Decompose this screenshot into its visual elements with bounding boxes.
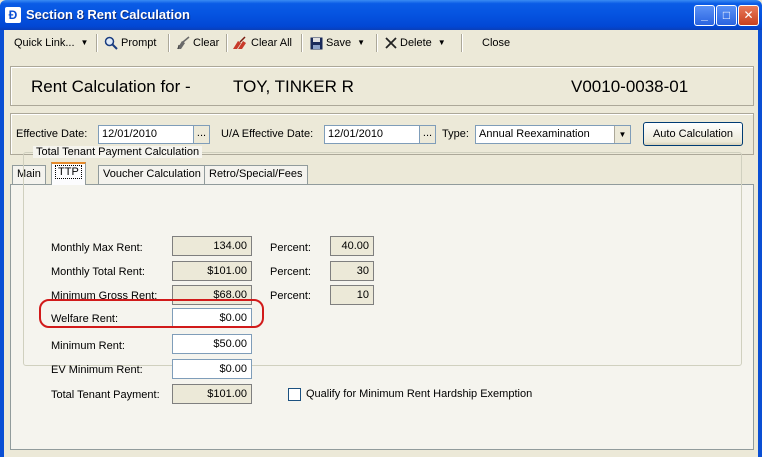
effective-date-picker-button[interactable]: ... [193,125,210,144]
save-button[interactable]: Save ▼ [310,34,365,52]
type-label: Type: [442,128,469,140]
effective-date-label: Effective Date: [16,128,88,140]
total-tenant-payment-value: $101.00 [172,384,252,404]
app-icon[interactable]: Ð [5,7,21,23]
title-bar: Ð Section 8 Rent Calculation _ □ ✕ [0,0,762,30]
delete-label: Delete [400,37,432,49]
percent-label-3: Percent: [270,290,311,302]
floppy-disk-icon [310,37,323,50]
clear-label: Clear [193,37,220,49]
monthly-max-rent-label: Monthly Max Rent: [51,242,143,254]
percent-label-2: Percent: [270,266,311,278]
ev-minimum-rent-label: EV Minimum Rent: [51,364,143,376]
broom-red-icon [233,36,246,50]
prompt-button[interactable]: Prompt [104,34,156,52]
toolbar-separator [226,34,228,52]
toolbar-separator [301,34,303,52]
save-label: Save [326,37,352,49]
type-select[interactable]: Annual Reexamination ▼ [475,125,631,144]
percent-value-2: 30 [330,261,374,281]
tenant-name: TOY, TINKER R [233,77,354,96]
quick-link-label: Quick Link... [14,37,75,49]
window-border-right [758,30,762,457]
minimum-rent-field[interactable]: $50.00 [172,334,252,354]
type-select-value: Annual Reexamination [479,128,590,140]
header-label: Rent Calculation for - [31,77,191,96]
maximize-button[interactable]: □ [716,5,737,26]
chevron-down-icon: ▼ [437,38,446,48]
toolbar-separator [96,34,98,52]
group-title: Total Tenant Payment Calculation [33,146,203,158]
x-delete-icon [385,37,397,49]
ttp-groupbox [23,152,742,366]
ua-date-picker-button[interactable]: ... [419,125,436,144]
chevron-down-icon: ▼ [357,38,365,48]
hardship-exemption-label: Qualify for Minimum Rent Hardship Exempt… [306,388,533,400]
ev-minimum-rent-field[interactable]: $0.00 [172,359,252,379]
chevron-down-icon: ▼ [80,38,89,48]
toolbar-separator [461,34,463,52]
minimum-rent-label: Minimum Rent: [51,340,125,352]
total-tenant-payment-label: Total Tenant Payment: [51,389,160,401]
auto-calculation-button[interactable]: Auto Calculation [643,122,743,146]
clear-all-button[interactable]: Clear All [232,34,292,52]
percent-value-1: 40.00 [330,236,374,256]
chevron-down-icon[interactable]: ▼ [614,126,630,143]
toolbar-separator [376,34,378,52]
ev-minimum-rent-highlight [39,299,264,328]
hardship-exemption-checkbox[interactable] [288,388,301,401]
prompt-label: Prompt [121,37,157,49]
clear-all-label: Clear All [251,37,292,49]
effective-date-field[interactable]: 12/01/2010 [98,125,194,144]
ua-effective-date-field[interactable]: 12/01/2010 [324,125,420,144]
percent-label-1: Percent: [270,242,311,254]
voucher-id: V0010-0038-01 [571,77,689,96]
tab-ttp[interactable]: TTP [51,162,86,185]
minimize-button[interactable]: _ [694,5,715,26]
percent-value-3: 10 [330,285,374,305]
toolbar-separator [168,34,170,52]
window-title: Section 8 Rent Calculation [26,7,190,22]
header-panel: Rent Calculation for - TOY, TINKER R V00… [10,66,754,106]
monthly-total-rent-label: Monthly Total Rent: [51,266,145,278]
tab-ttp-label: TTP [55,165,82,179]
monthly-total-rent-value: $101.00 [172,261,252,281]
ua-effective-date-label: U/A Effective Date: [221,128,314,140]
magnifier-icon [104,36,118,50]
close-button[interactable]: Close [482,34,510,52]
broom-icon [177,36,190,50]
monthly-max-rent-value: 134.00 [172,236,252,256]
toolbar: Quick Link... ▼ Prompt Clear Clear All Sa… [4,31,758,55]
quick-link-button[interactable]: Quick Link... ▼ [14,34,88,52]
close-window-button[interactable]: ✕ [738,5,759,26]
clear-button[interactable]: Clear [176,34,219,52]
delete-button[interactable]: Delete ▼ [385,34,446,52]
